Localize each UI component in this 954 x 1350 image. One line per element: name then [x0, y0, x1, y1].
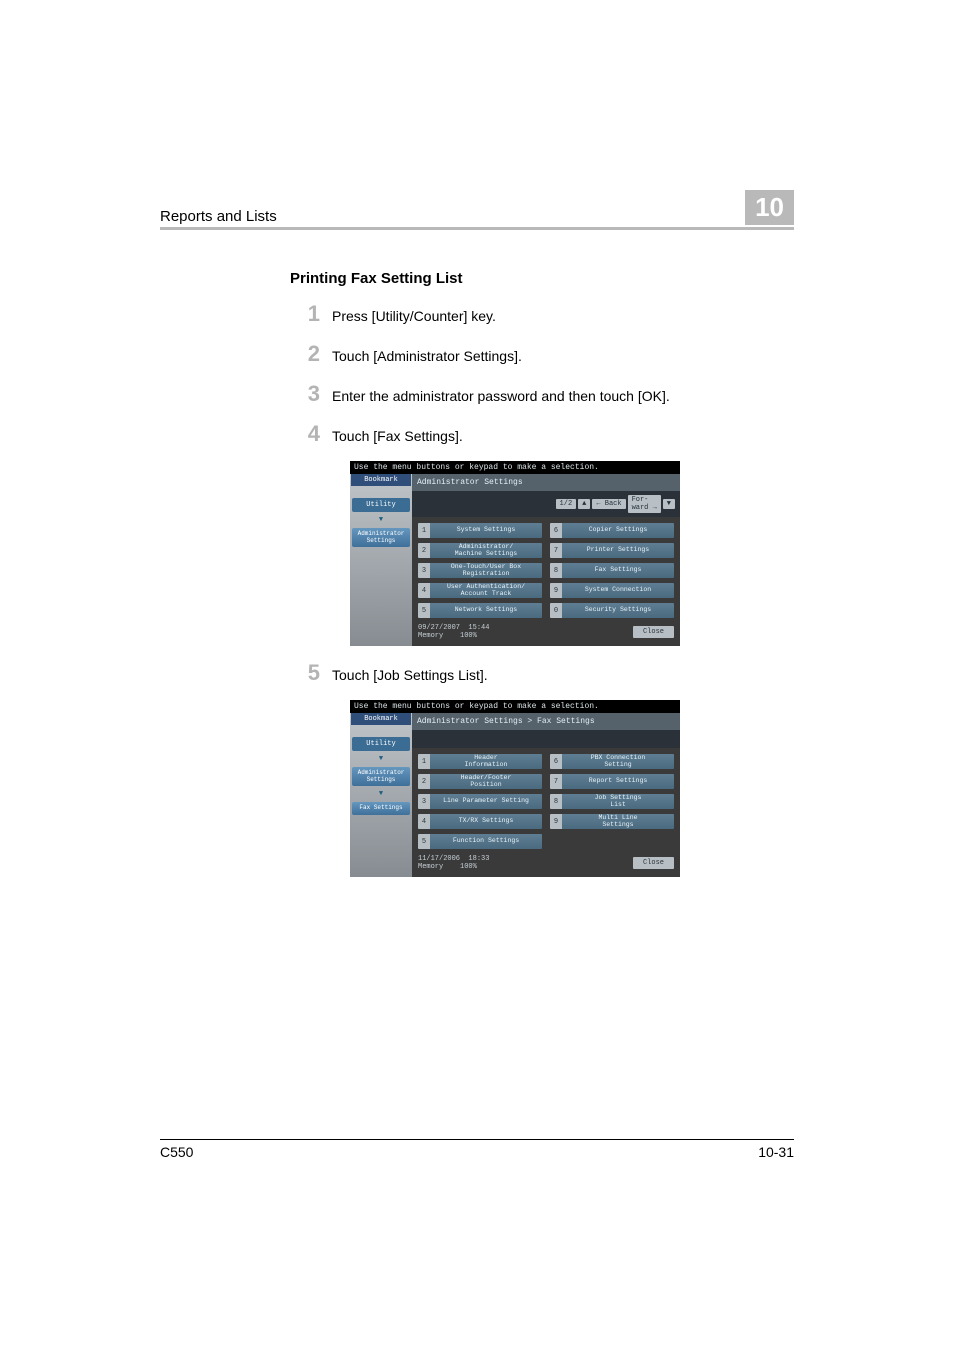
arrow-down-icon: ▼	[350, 516, 412, 524]
menu-fax-settings[interactable]: 8Fax Settings	[550, 563, 674, 578]
arrow-down-icon: ▼	[350, 755, 412, 763]
step-text: Enter the administrator password and the…	[332, 388, 670, 404]
bookmark-tab[interactable]: Bookmark	[351, 713, 411, 725]
menu-network[interactable]: 5Network Settings	[418, 603, 542, 618]
footer-status: 11/17/2006 18:33 Memory 100%	[418, 855, 489, 871]
menu-security[interactable]: 0Security Settings	[550, 603, 674, 618]
step-text: Touch [Administrator Settings].	[332, 348, 522, 364]
menu-multi-line[interactable]: 9Multi Line Settings	[550, 814, 674, 829]
step-number: 1	[290, 301, 320, 327]
chapter-number: 10	[745, 190, 794, 225]
step-3: 3 Enter the administrator password and t…	[290, 381, 794, 407]
menu-txrx[interactable]: 4TX/RX Settings	[418, 814, 542, 829]
paging-bar: 1/2 ▲ ← Back For- ward → ▼	[412, 491, 680, 517]
menu-copier[interactable]: 6Copier Settings	[550, 523, 674, 538]
page-header: Reports and Lists 10	[160, 190, 794, 230]
menu-job-settings-list[interactable]: 8Job Settings List	[550, 794, 674, 809]
menu-pbx[interactable]: 6PBX Connection Setting	[550, 754, 674, 769]
menu-col-right: 6Copier Settings 7Printer Settings 8Fax …	[550, 523, 674, 618]
footer-status: 09/27/2007 15:44 Memory 100%	[418, 624, 489, 640]
menu-system-settings[interactable]: 1System Settings	[418, 523, 542, 538]
footer-left: C550	[160, 1144, 193, 1160]
breadcrumb: Administrator Settings > Fax Settings	[412, 713, 680, 730]
menu-col-right: 6PBX Connection Setting 7Report Settings…	[550, 754, 674, 849]
page-up-icon[interactable]: ▲	[578, 499, 590, 509]
menu-header-footer-pos[interactable]: 2Header/Footer Position	[418, 774, 542, 789]
back-button[interactable]: ← Back	[592, 499, 625, 509]
section-heading: Printing Fax Setting List	[290, 270, 794, 287]
step-1: 1 Press [Utility/Counter] key.	[290, 301, 794, 327]
panel-instruction: Use the menu buttons or keypad to make a…	[350, 461, 680, 474]
step-text: Touch [Job Settings List].	[332, 667, 488, 683]
arrow-down-icon: ▼	[350, 790, 412, 798]
screenshot-admin-settings: Use the menu buttons or keypad to make a…	[350, 461, 680, 646]
panel-sidebar: Bookmark Utility ▼ Administrator Setting…	[350, 474, 412, 646]
step-4: 4 Touch [Fax Settings].	[290, 421, 794, 447]
sidebar-fax-settings[interactable]: Fax Settings	[352, 802, 410, 815]
panel-sidebar: Bookmark Utility ▼ Administrator Setting…	[350, 713, 412, 877]
menu-col-left: 1System Settings 2Administrator/ Machine…	[418, 523, 542, 618]
page-footer: C550 10-31	[160, 1139, 794, 1160]
sidebar-administrator-settings[interactable]: Administrator Settings	[352, 767, 410, 786]
close-button[interactable]: Close	[633, 626, 674, 638]
step-number: 3	[290, 381, 320, 407]
step-text: Touch [Fax Settings].	[332, 428, 463, 444]
sidebar-utility[interactable]: Utility	[352, 737, 410, 751]
sidebar-administrator-settings[interactable]: Administrator Settings	[352, 528, 410, 547]
panel-instruction: Use the menu buttons or keypad to make a…	[350, 700, 680, 713]
menu-report-settings[interactable]: 7Report Settings	[550, 774, 674, 789]
panel-main: Administrator Settings 1/2 ▲ ← Back For-…	[412, 474, 680, 646]
menu-empty	[550, 834, 674, 849]
menu-col-left: 1Header Information 2Header/Footer Posit…	[418, 754, 542, 849]
menu-line-parameter[interactable]: 3Line Parameter Setting	[418, 794, 542, 809]
page-indicator: 1/2	[556, 499, 577, 509]
sidebar-utility[interactable]: Utility	[352, 498, 410, 512]
breadcrumb: Administrator Settings	[412, 474, 680, 491]
step-text: Press [Utility/Counter] key.	[332, 308, 496, 324]
menu-system-connection[interactable]: 9System Connection	[550, 583, 674, 598]
step-number: 4	[290, 421, 320, 447]
step-number: 5	[290, 660, 320, 686]
close-button[interactable]: Close	[633, 857, 674, 869]
bookmark-tab[interactable]: Bookmark	[351, 474, 411, 486]
page-down-icon[interactable]: ▼	[663, 499, 675, 509]
menu-function-settings[interactable]: 5Function Settings	[418, 834, 542, 849]
screenshot-fax-settings: Use the menu buttons or keypad to make a…	[350, 700, 680, 877]
menu-one-touch[interactable]: 3One-Touch/User Box Registration	[418, 563, 542, 578]
step-5: 5 Touch [Job Settings List].	[290, 660, 794, 686]
menu-user-auth[interactable]: 4User Authentication/ Account Track	[418, 583, 542, 598]
menu-printer[interactable]: 7Printer Settings	[550, 543, 674, 558]
menu-header-info[interactable]: 1Header Information	[418, 754, 542, 769]
panel-main: Administrator Settings > Fax Settings 1H…	[412, 713, 680, 877]
paging-bar	[412, 730, 680, 748]
forward-button[interactable]: For- ward →	[628, 495, 661, 513]
menu-admin-machine[interactable]: 2Administrator/ Machine Settings	[418, 543, 542, 558]
section-title-small: Reports and Lists	[160, 208, 277, 225]
step-number: 2	[290, 341, 320, 367]
footer-right: 10-31	[758, 1144, 794, 1160]
step-2: 2 Touch [Administrator Settings].	[290, 341, 794, 367]
